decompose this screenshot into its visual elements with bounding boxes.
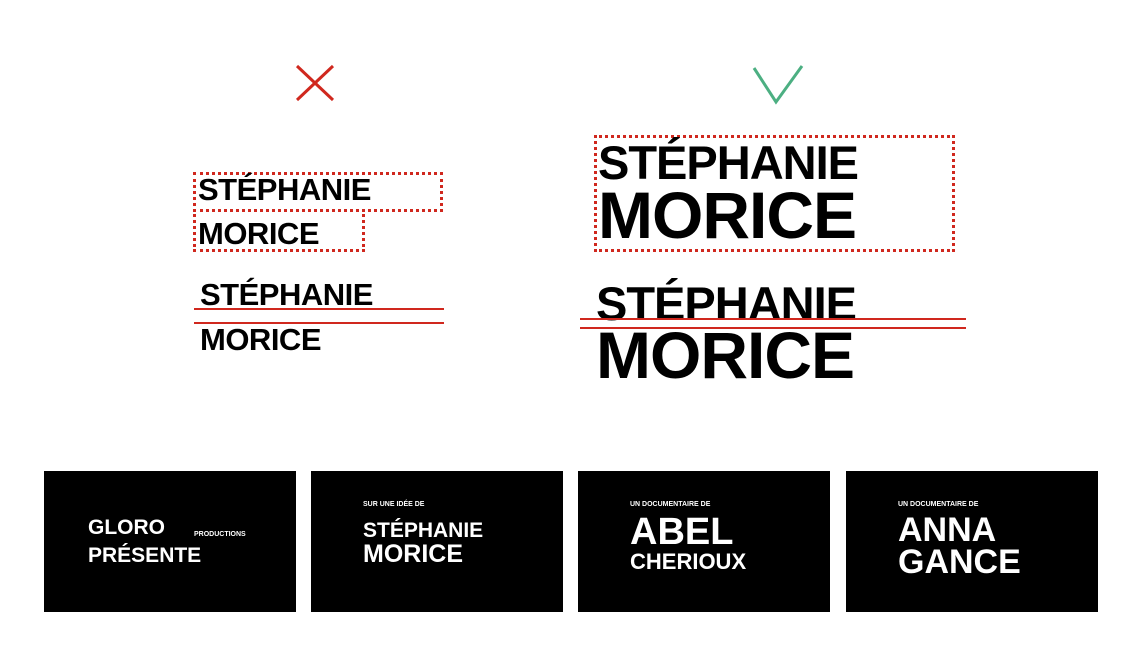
- card2-line1: STÉPHANIE: [363, 519, 484, 542]
- card4-line2: GANCE: [898, 543, 1021, 581]
- card1-suffix: PRODUCTIONS: [194, 531, 246, 538]
- wrong-baseline: [194, 308, 444, 310]
- card3-line2: CHERIOUX: [630, 549, 747, 574]
- correct-lined-line2: MORICE: [596, 318, 855, 392]
- card2-kicker: SUR UNE IDÉE DE: [363, 501, 425, 508]
- correct-boxed-line2: MORICE: [598, 178, 857, 252]
- check-icon: [752, 64, 804, 106]
- cross-icon: [295, 64, 335, 102]
- title-card-gloro: GLORO PRODUCTIONS PRÉSENTE: [44, 471, 296, 612]
- card2-line2: MORICE: [363, 540, 463, 568]
- card4-kicker: UN DOCUMENTAIRE DE: [898, 501, 979, 508]
- card3-kicker: UN DOCUMENTAIRE DE: [630, 501, 711, 508]
- wrong-lined-line1: STÉPHANIE: [200, 277, 373, 312]
- title-card-anna: UN DOCUMENTAIRE DE ANNA GANCE: [846, 471, 1098, 612]
- card3-line1: ABEL: [630, 511, 734, 553]
- card1-line1: GLORO: [88, 516, 165, 539]
- wrong-boxed-line1: STÉPHANIE: [198, 172, 371, 207]
- card4-line1: ANNA: [898, 511, 997, 549]
- wrong-lined-line2: MORICE: [200, 322, 322, 357]
- wrong-boxed-line2: MORICE: [198, 216, 320, 251]
- card1-line2: PRÉSENTE: [88, 544, 202, 567]
- title-card-abel: UN DOCUMENTAIRE DE ABEL CHERIOUX: [578, 471, 830, 612]
- title-card-stephanie: SUR UNE IDÉE DE STÉPHANIE MORICE: [311, 471, 563, 612]
